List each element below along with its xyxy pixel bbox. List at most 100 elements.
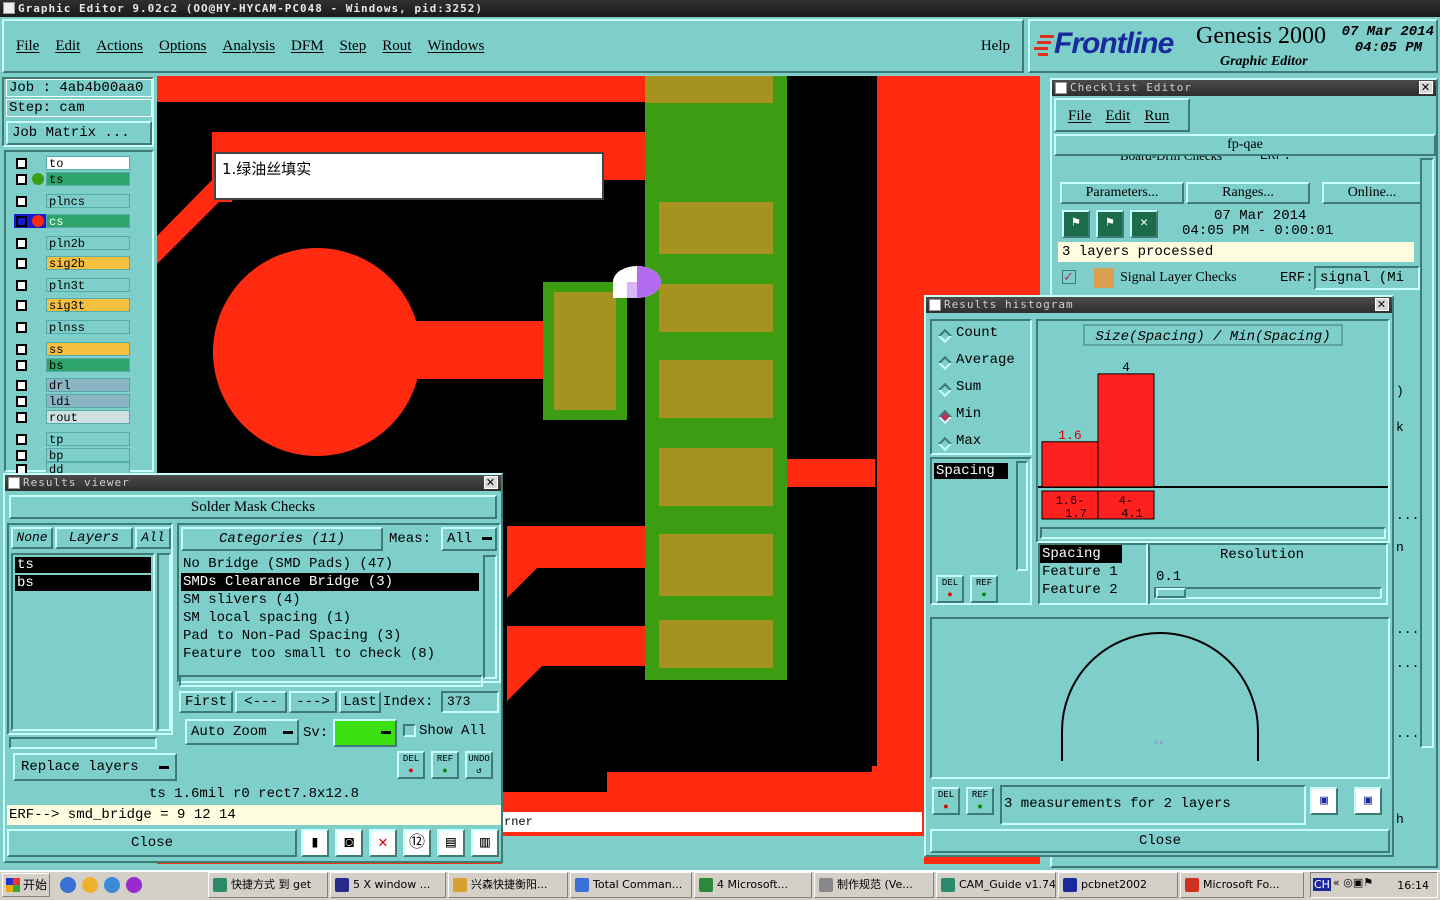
layer-checkbox[interactable] — [16, 322, 27, 333]
menu-analysis[interactable]: Analysis — [223, 38, 276, 55]
chart-hscroll[interactable] — [1040, 527, 1386, 539]
menu-windows[interactable]: Windows — [427, 38, 484, 55]
print-icon[interactable]: ▣ — [1354, 787, 1382, 815]
job-matrix-button[interactable]: Job Matrix ... — [6, 121, 152, 145]
layer-checkbox[interactable] — [16, 196, 27, 207]
taskbar-item[interactable]: Microsoft Fo... — [1180, 872, 1304, 898]
checklist-row-fragment[interactable]: h — [1396, 812, 1416, 830]
category-hscroll[interactable] — [179, 675, 483, 687]
layer-row-ldi[interactable]: ldi — [14, 394, 130, 409]
layer-list[interactable]: to ts plncs cs pln2b sig2b pln3t sig3t plnss ss bs… — [4, 150, 154, 477]
checklist-row-fragment[interactable]: k — [1396, 420, 1416, 438]
close-icon[interactable]: ✕ — [1375, 298, 1389, 311]
ie-icon[interactable] — [60, 877, 76, 893]
refresh-icon[interactable] — [104, 877, 120, 893]
lang-indicator[interactable]: CH — [1313, 878, 1331, 891]
layer-checkbox[interactable] — [16, 360, 27, 371]
menu-file[interactable]: File — [16, 38, 39, 55]
category-item[interactable]: Pad to Non-Pad Spacing (3) — [181, 627, 479, 645]
radio-count[interactable] — [937, 328, 953, 344]
prev-button[interactable]: <--- — [235, 691, 287, 713]
remove-icon[interactable]: ✕ — [369, 829, 397, 857]
layer-row-plnss[interactable]: plnss — [14, 320, 130, 335]
layer-checkbox[interactable] — [16, 412, 27, 423]
menu-dfm[interactable]: DFM — [291, 38, 324, 55]
layer-checkbox[interactable] — [16, 258, 27, 269]
layer-row-tp[interactable]: tp — [14, 432, 130, 447]
layer-row-cs[interactable]: cs — [14, 214, 130, 229]
first-button[interactable]: First — [179, 691, 233, 713]
layer-hscroll[interactable] — [9, 737, 157, 749]
layer-row-sig3t[interactable]: sig3t — [14, 298, 130, 313]
layer-row-drl[interactable]: drl — [14, 378, 130, 393]
attr-item[interactable]: Spacing — [1040, 545, 1122, 563]
layer-row-ss[interactable]: ss — [14, 342, 130, 357]
undo-button[interactable]: UNDO ↺ — [465, 751, 493, 779]
parameters-button[interactable]: Parameters... — [1060, 182, 1184, 204]
checklist-scrollbar[interactable] — [1420, 158, 1434, 748]
folder-icon[interactable] — [82, 877, 98, 893]
checklist-row-fragment[interactable]: ... — [1396, 656, 1419, 674]
checklist-menu-run[interactable]: Run — [1144, 108, 1169, 125]
histogram-bar[interactable] — [1097, 373, 1155, 488]
layer-row-sig2b[interactable]: sig2b — [14, 256, 130, 271]
layer-row-pln2b[interactable]: pln2b — [14, 236, 130, 251]
layer-row-plncs[interactable]: plncs — [14, 194, 130, 209]
layer-checkbox[interactable] — [16, 344, 27, 355]
field-list-item[interactable]: Spacing — [934, 463, 1008, 479]
export-icon[interactable]: ▣ — [1310, 787, 1338, 815]
close-icon[interactable]: ✕ — [484, 476, 498, 489]
category-list[interactable]: No Bridge (SMD Pads) (47) SMDs Clearance … — [181, 555, 479, 679]
auto-zoom-select[interactable]: Auto Zoom — [185, 719, 299, 745]
summary-ref-button[interactable]: REF ● — [966, 787, 994, 815]
layer-row-bp[interactable]: bp — [14, 448, 130, 463]
checklist-row-fragment[interactable]: ... — [1396, 726, 1419, 744]
taskbar-item[interactable]: 制作规范 (Ve... — [814, 872, 934, 898]
checklist-menu-file[interactable]: File — [1068, 108, 1091, 125]
field-list-scrollbar[interactable] — [1016, 461, 1028, 571]
category-scrollbar[interactable] — [483, 555, 497, 679]
hist-del-button[interactable]: DEL ● — [936, 575, 964, 603]
layer-row-to[interactable]: to — [14, 156, 130, 171]
notes-icon[interactable]: ▤ — [437, 829, 465, 857]
checklist-row-signal[interactable]: ✓ Signal Layer Checks ERF: signal (Mi — [1058, 266, 1422, 292]
layer-checkbox[interactable] — [16, 450, 27, 461]
radio-min[interactable] — [937, 409, 953, 425]
menu-step[interactable]: Step — [340, 38, 367, 55]
layer-row-ts[interactable]: ts — [14, 172, 130, 187]
category-item[interactable]: SMDs Clearance Bridge (3) — [181, 573, 479, 591]
category-item[interactable]: SM slivers (4) — [181, 591, 479, 609]
meas-select[interactable]: All — [441, 527, 497, 551]
summary-del-button[interactable]: DEL ● — [932, 787, 960, 815]
layer-checkbox[interactable] — [16, 216, 27, 227]
last-button[interactable]: Last — [339, 691, 381, 713]
layer-checkbox[interactable] — [16, 396, 27, 407]
category-item[interactable]: No Bridge (SMD Pads) (47) — [181, 555, 479, 573]
close-icon[interactable]: ✕ — [1419, 81, 1433, 94]
menu-edit[interactable]: Edit — [55, 38, 80, 55]
show-all-checkbox[interactable] — [403, 724, 416, 737]
resolution-slider[interactable] — [1154, 587, 1382, 599]
checklist-row-drill[interactable]: Board-Drill Checks ERF: — [1060, 156, 1430, 168]
taskbar-item[interactable]: Total Comman... — [570, 872, 692, 898]
layer-result-list[interactable]: ts bs — [11, 553, 155, 731]
radio-average[interactable] — [937, 355, 953, 371]
menu-rout[interactable]: Rout — [382, 38, 411, 55]
checklist-row-fragment[interactable]: ... — [1396, 508, 1419, 526]
del-button[interactable]: DEL ● — [397, 751, 425, 779]
layer-result-item[interactable]: bs — [15, 575, 151, 591]
layer-row-rout[interactable]: rout — [14, 410, 130, 425]
menu-actions[interactable]: Actions — [96, 38, 143, 55]
run-all-icon[interactable]: ⚑ — [1096, 210, 1124, 238]
checklist-row-fragment[interactable]: ... — [1396, 622, 1419, 640]
layer-checkbox[interactable] — [16, 280, 27, 291]
taskbar-item[interactable]: CAM_Guide v1.74 — [936, 872, 1056, 898]
menu-help[interactable]: Help — [981, 38, 1010, 55]
film-icon[interactable]: ◙ — [335, 829, 363, 857]
taskbar-item[interactable]: 兴森快捷衡阳... — [448, 872, 568, 898]
category-item[interactable]: SM local spacing (1) — [181, 609, 479, 627]
taskbar-item[interactable]: 快捷方式 到 get — [208, 872, 328, 898]
x-icon[interactable] — [126, 877, 142, 893]
ref-button[interactable]: REF ● — [431, 751, 459, 779]
checklist-row-fragment[interactable]: ) — [1396, 384, 1416, 402]
